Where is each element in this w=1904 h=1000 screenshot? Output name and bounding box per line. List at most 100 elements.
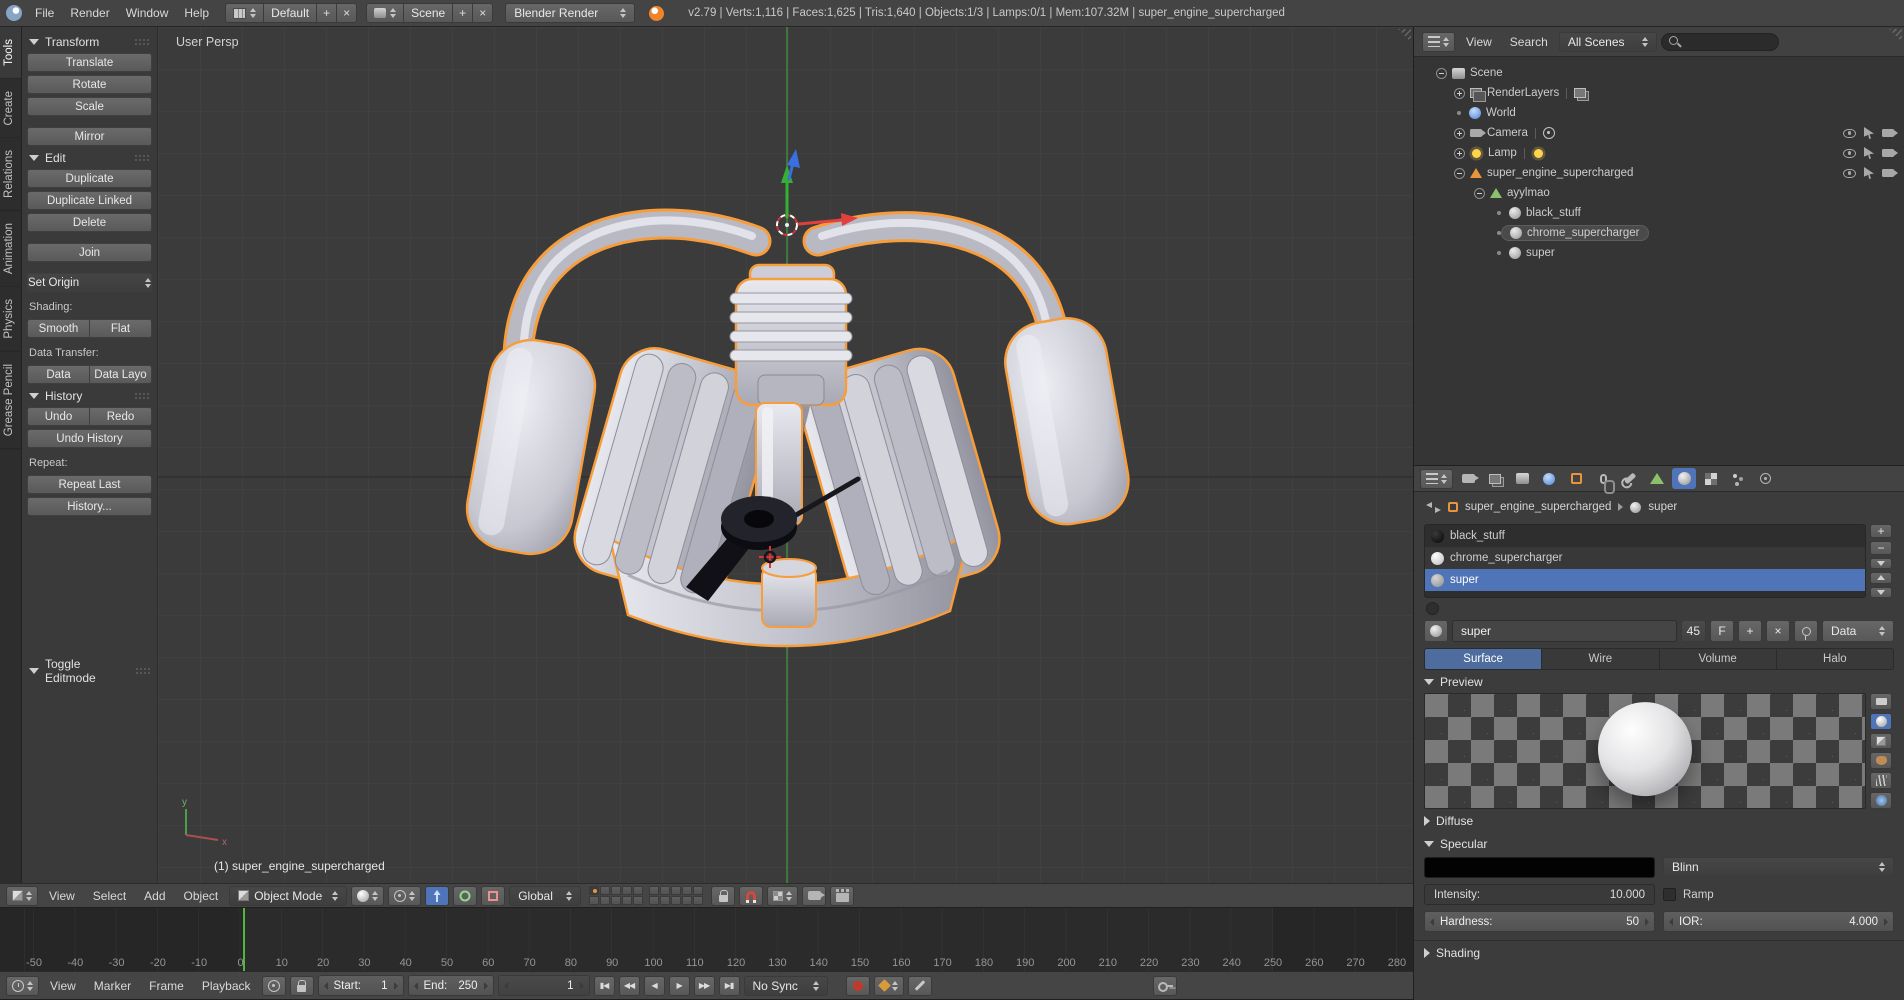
material-slot-super[interactable]: super bbox=[1425, 569, 1865, 591]
timeline-menu-marker[interactable]: Marker bbox=[87, 975, 138, 997]
pivot-point-selector[interactable] bbox=[388, 885, 422, 906]
expand-toggle-icon[interactable] bbox=[1474, 187, 1485, 199]
outliner-row-super-engine[interactable]: super_engine_supercharged bbox=[1414, 163, 1904, 183]
remove-slot-button[interactable]: − bbox=[1870, 541, 1892, 555]
lock-time-button[interactable] bbox=[289, 975, 314, 996]
start-frame-stepper[interactable]: Start: 1 bbox=[317, 975, 404, 996]
slot-specials-button[interactable] bbox=[1870, 558, 1892, 570]
jump-to-end-button[interactable]: ▶▮ bbox=[718, 975, 740, 996]
layer-toggle[interactable] bbox=[660, 896, 671, 905]
increment-arrow-icon[interactable] bbox=[1645, 917, 1649, 926]
material-name-field[interactable]: super bbox=[1452, 620, 1677, 642]
type-tab-halo[interactable]: Halo bbox=[1775, 648, 1894, 670]
viewport-menu-add[interactable]: Add bbox=[137, 885, 172, 907]
users-count-button[interactable]: 45 bbox=[1680, 620, 1706, 642]
tab-constraints[interactable] bbox=[1591, 468, 1615, 494]
layer-toggle[interactable] bbox=[589, 896, 600, 905]
menu-help[interactable]: Help bbox=[177, 2, 216, 24]
layer-toggle[interactable] bbox=[611, 886, 622, 895]
menu-file[interactable]: File bbox=[28, 2, 61, 24]
toolshelf-tab-relations[interactable]: Relations bbox=[0, 138, 21, 212]
fake-user-button[interactable]: F bbox=[1710, 620, 1734, 642]
increment-arrow-icon[interactable] bbox=[483, 981, 488, 990]
opengl-render-image-button[interactable] bbox=[802, 885, 827, 906]
mode-selector[interactable]: Object Mode bbox=[229, 885, 348, 906]
panel-header-toggle-editmode[interactable]: Toggle Editmode bbox=[27, 652, 152, 689]
viewport-menu-view[interactable]: View bbox=[42, 885, 82, 907]
outliner-editor-type-button[interactable] bbox=[1422, 31, 1455, 52]
timeline-ruler[interactable]: -50 -40 -30 -20 -10 0 10 20 30 40 50 60 70 80 90 100 110… bbox=[0, 908, 1413, 971]
snap-element-selector[interactable] bbox=[767, 885, 799, 906]
viewport-shading-selector[interactable] bbox=[351, 885, 385, 906]
outliner-row-lamp[interactable]: Lamp bbox=[1414, 143, 1904, 163]
outliner-row-ayylmao[interactable]: ayylmao bbox=[1414, 183, 1904, 203]
preview-world-button[interactable] bbox=[1870, 792, 1892, 809]
breadcrumb-object[interactable]: super_engine_supercharged bbox=[1465, 501, 1611, 513]
keyframe-type-button[interactable] bbox=[907, 975, 932, 996]
layer-toggle[interactable] bbox=[611, 896, 622, 905]
lock-camera-button[interactable] bbox=[711, 885, 736, 906]
set-origin-dropdown[interactable]: Set Origin bbox=[27, 273, 152, 292]
tab-object-data[interactable] bbox=[1645, 468, 1669, 489]
outliner-search-input[interactable] bbox=[1660, 32, 1779, 51]
screen-layout-name[interactable]: Default bbox=[263, 3, 318, 23]
toolshelf-tab-tools[interactable]: Tools bbox=[0, 27, 21, 79]
layer-toggle[interactable] bbox=[693, 886, 704, 895]
panel-header-shading[interactable]: Shading bbox=[1414, 940, 1904, 964]
layer-toggle[interactable] bbox=[682, 896, 693, 905]
viewport-3d[interactable]: User Persp (1) super_engine_supercharged… bbox=[158, 27, 1413, 883]
browse-material-button[interactable] bbox=[1424, 620, 1448, 642]
panel-header-diffuse[interactable]: Diffuse bbox=[1414, 809, 1904, 832]
panel-header-edit[interactable]: Edit bbox=[27, 146, 152, 169]
preview-flat-button[interactable] bbox=[1870, 693, 1892, 710]
expand-toggle-icon[interactable] bbox=[1454, 87, 1465, 99]
preview-monkey-button[interactable] bbox=[1870, 752, 1892, 770]
pin-id-button[interactable] bbox=[1794, 620, 1818, 642]
layer-toggle[interactable] bbox=[693, 896, 704, 905]
render-engine-selector[interactable]: Blender Render bbox=[505, 3, 636, 23]
decrement-arrow-icon[interactable] bbox=[1430, 917, 1434, 926]
manipulator-scale-button[interactable] bbox=[481, 885, 506, 906]
hide-eye-icon[interactable] bbox=[1843, 168, 1856, 178]
transform-orientation-selector[interactable]: Global bbox=[509, 885, 582, 906]
sync-mode-selector[interactable]: No Sync bbox=[743, 975, 828, 996]
delete-button[interactable]: Delete bbox=[27, 213, 152, 232]
ramp-checkbox[interactable]: Ramp bbox=[1663, 884, 1894, 905]
panel-header-history[interactable]: History bbox=[27, 384, 152, 407]
tab-modifiers[interactable] bbox=[1618, 468, 1642, 489]
layer-toggle[interactable] bbox=[589, 886, 600, 895]
render-restrict-icon[interactable] bbox=[1882, 169, 1898, 177]
selectable-icon[interactable] bbox=[1864, 147, 1874, 159]
scene-add-button[interactable]: + bbox=[452, 3, 474, 23]
layer-toggle[interactable] bbox=[671, 886, 682, 895]
decrement-arrow-icon[interactable] bbox=[1669, 917, 1673, 926]
layers-widget[interactable] bbox=[589, 886, 704, 905]
panel-header-transform[interactable]: Transform bbox=[27, 30, 152, 53]
properties-editor-type-button[interactable] bbox=[1420, 468, 1453, 489]
use-preview-range-button[interactable] bbox=[261, 975, 286, 996]
viewport-editor-type-button[interactable] bbox=[6, 885, 38, 906]
render-restrict-icon[interactable] bbox=[1882, 129, 1898, 137]
current-frame-field[interactable]: 1 bbox=[497, 975, 590, 996]
increment-arrow-icon[interactable] bbox=[1884, 917, 1888, 926]
outliner-row-chrome-supercharger[interactable]: chrome_supercharger bbox=[1414, 223, 1904, 243]
breadcrumb-material[interactable]: super bbox=[1648, 501, 1677, 513]
tab-physics[interactable] bbox=[1753, 468, 1777, 489]
type-tab-surface[interactable]: Surface bbox=[1424, 648, 1543, 670]
specular-color-swatch[interactable] bbox=[1424, 857, 1655, 878]
tab-world[interactable] bbox=[1537, 468, 1561, 489]
outliner-row-black-stuff[interactable]: black_stuff bbox=[1414, 203, 1904, 223]
jump-prev-keyframe-button[interactable]: ◀◀ bbox=[618, 975, 640, 996]
play-reverse-button[interactable]: ◀ bbox=[643, 975, 665, 996]
layer-toggle[interactable] bbox=[649, 896, 660, 905]
hardness-stepper[interactable]: Hardness: 50 bbox=[1424, 911, 1655, 932]
layer-toggle[interactable] bbox=[649, 886, 660, 895]
layer-toggle[interactable] bbox=[633, 896, 644, 905]
screen-layout-browse-button[interactable] bbox=[225, 3, 265, 23]
outliner-menu-search[interactable]: Search bbox=[1503, 31, 1555, 53]
layer-toggle[interactable] bbox=[633, 886, 644, 895]
expand-toggle-icon[interactable] bbox=[1436, 67, 1447, 79]
tab-texture[interactable] bbox=[1699, 468, 1723, 489]
snap-toggle-button[interactable] bbox=[739, 885, 764, 906]
scene-close-button[interactable]: × bbox=[472, 3, 494, 23]
